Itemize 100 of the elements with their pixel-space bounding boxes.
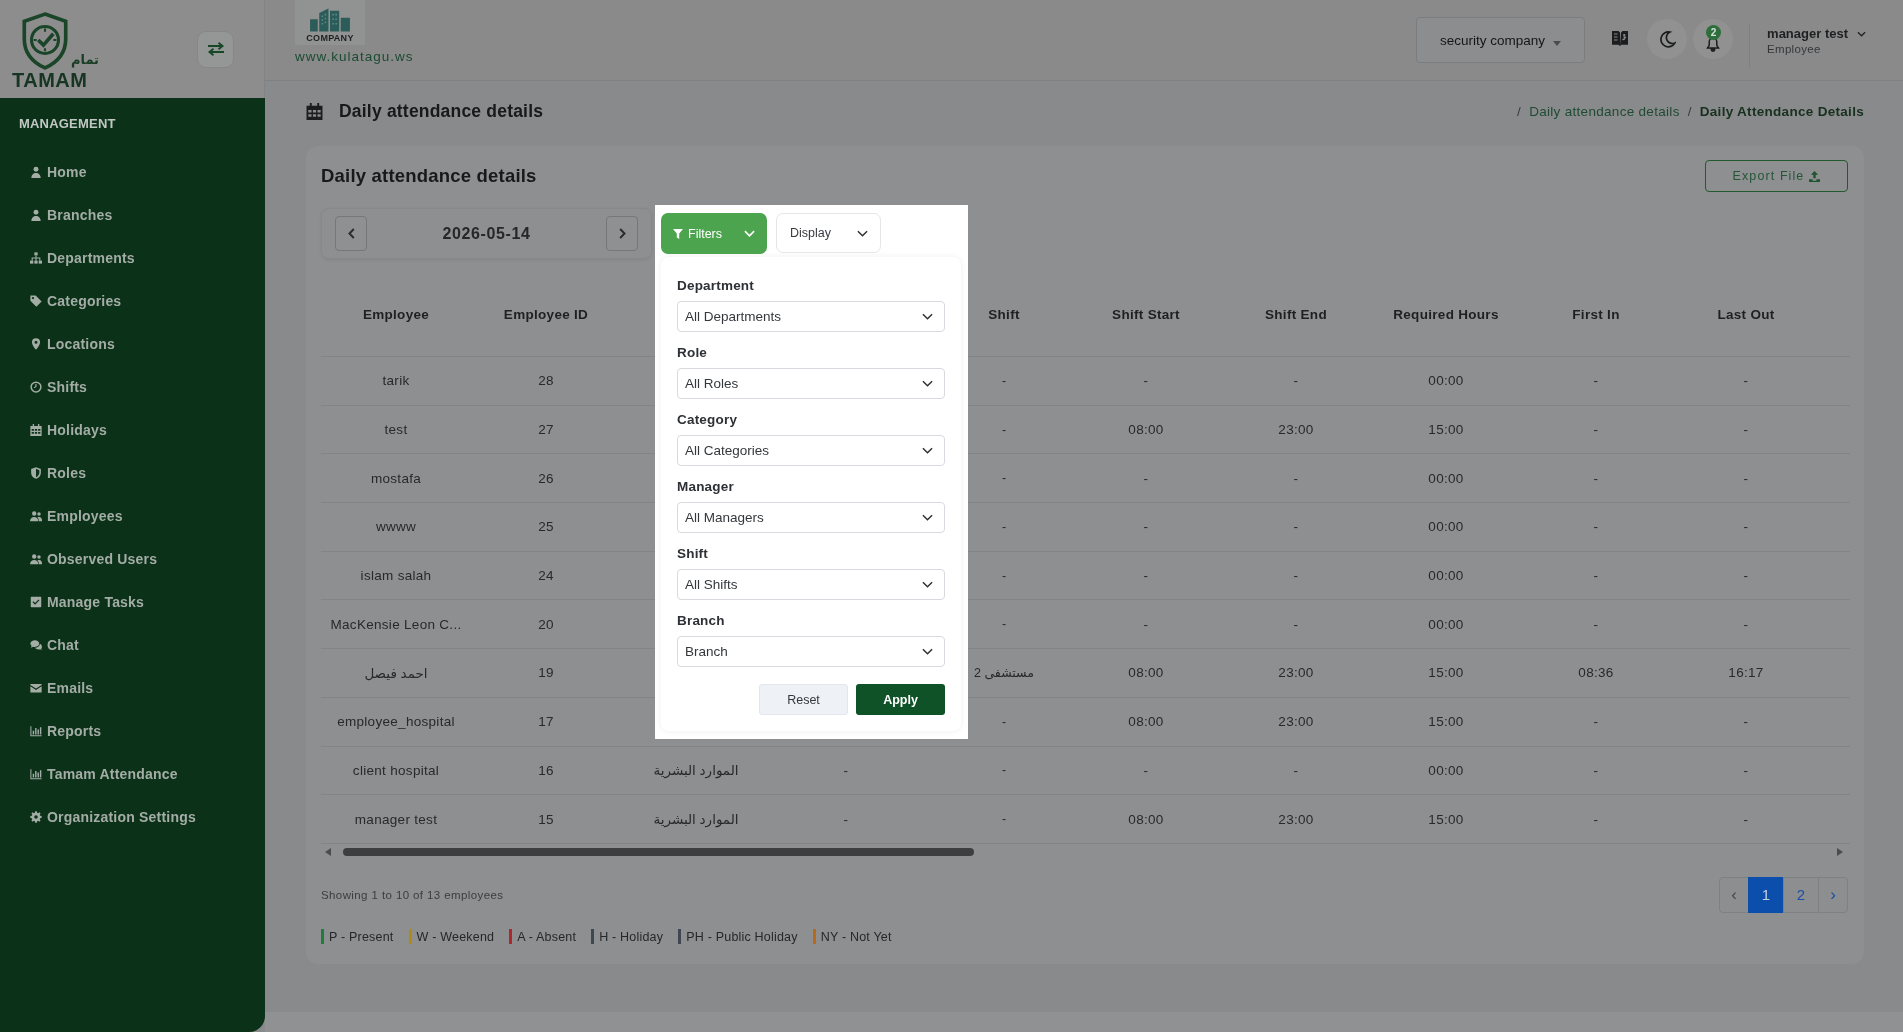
table-entry: -	[1293, 616, 1299, 632]
table-entry: test	[384, 422, 408, 438]
column-header: Last Out	[1717, 306, 1775, 322]
sidebar-item[interactable]: Tamam Attendance	[0, 752, 188, 795]
chevron-down-icon	[922, 514, 933, 521]
sidebar-item[interactable]: Observed Users	[0, 537, 168, 580]
checkbox-icon	[30, 595, 42, 608]
company-select[interactable]: security company	[1416, 17, 1586, 63]
sidebar-item[interactable]: Manage Tasks	[0, 580, 155, 623]
sidebar-item[interactable]: Shifts	[0, 365, 98, 408]
column-header: Employee ID	[503, 306, 589, 322]
table-entry: الموارد البشرية	[653, 762, 739, 779]
table-entry: -	[1001, 617, 1007, 632]
next-day-button[interactable]	[606, 216, 638, 251]
chevron-right-icon	[618, 228, 626, 239]
page-button[interactable]: 1	[1748, 876, 1784, 913]
sidebar-item[interactable]: Home	[0, 150, 97, 193]
sidebar-item[interactable]: Emails	[0, 666, 104, 709]
sidebar-item[interactable]: Chat	[0, 623, 89, 666]
select-field[interactable]: All Categories	[677, 435, 945, 466]
table-entry: 15:00	[1428, 422, 1464, 438]
table-entry: -	[1001, 373, 1007, 388]
table-entry: 23:00	[1278, 665, 1314, 681]
table-entry: -	[1593, 422, 1599, 438]
calendar-icon	[306, 102, 323, 120]
chevron-down-icon[interactable]	[1857, 30, 1866, 37]
breadcrumb-link[interactable]: Daily Attendance Details	[1699, 103, 1864, 119]
user-role: Employee	[1767, 41, 1821, 56]
swap-arrows-icon	[206, 42, 225, 56]
table-entry: -	[1743, 616, 1749, 632]
table-entry: 16:17	[1728, 665, 1764, 681]
apply-button[interactable]: Apply	[856, 684, 945, 715]
sidebar-item[interactable]: Organization Settings	[0, 795, 206, 838]
table-entry: -	[1593, 616, 1599, 632]
breadcrumb-separator: /	[1517, 103, 1522, 119]
select-field[interactable]: All Roles	[677, 368, 945, 399]
arrow-right-icon[interactable]	[1837, 847, 1843, 856]
sidebar-toggle-button[interactable]	[197, 30, 234, 68]
table-entry: -	[1001, 422, 1007, 437]
logo-text: TAMAM	[12, 70, 88, 90]
theme-button[interactable]	[1647, 19, 1688, 59]
table-entry: 25	[538, 519, 554, 535]
sidebar-item[interactable]: Holidays	[0, 408, 117, 451]
table-entry: -	[1743, 422, 1749, 438]
sidebar-item[interactable]: Roles	[0, 451, 97, 494]
language-button[interactable]	[1611, 29, 1630, 47]
display-button[interactable]: Display	[776, 213, 881, 253]
column-header: Employee	[362, 306, 430, 322]
table-entry: -	[1593, 811, 1599, 827]
table-entry: 15:00	[1428, 665, 1464, 681]
previous-day-button[interactable]	[335, 216, 367, 251]
user-name[interactable]: manager test	[1767, 25, 1848, 42]
table-entry: احمد فيصل	[364, 664, 428, 681]
column-header: Shift	[988, 306, 1020, 322]
arrow-left-icon[interactable]	[325, 847, 331, 856]
logo-arabic-text: تمام	[71, 52, 99, 68]
sidebar-item[interactable]: Employees	[0, 494, 133, 537]
filters-button[interactable]: Filters	[661, 213, 767, 254]
table-entry: 00:00	[1428, 373, 1464, 389]
sidebar-item[interactable]: Departments	[0, 236, 145, 279]
field-label: Shift	[677, 545, 708, 563]
reset-button[interactable]: Reset	[759, 684, 848, 715]
table-entry: MacKensie Leon C...	[330, 616, 462, 632]
table-entry: -	[1001, 519, 1007, 534]
field-label: Role	[677, 344, 708, 362]
field-label: Department	[677, 277, 754, 295]
chevron-down-icon	[922, 313, 933, 320]
chevron-down-icon	[922, 581, 933, 588]
website-text: www.kulatagu.ws	[295, 49, 414, 65]
table-entry: 00:00	[1428, 519, 1464, 535]
table-entry: مستشفى 2	[974, 665, 1034, 681]
table-entry: wwww	[375, 519, 417, 535]
select-field[interactable]: All Departments	[677, 301, 945, 332]
select-field[interactable]: Branch	[677, 636, 945, 667]
notifications-button[interactable]: 2	[1693, 19, 1734, 59]
table-entry: -	[1743, 470, 1749, 486]
breadcrumb-separator: /	[1687, 103, 1692, 119]
book-icon	[1611, 29, 1630, 47]
select-field[interactable]: All Managers	[677, 502, 945, 533]
sidebar-item[interactable]: Categories	[0, 279, 132, 322]
sidebar-item[interactable]: Reports	[0, 709, 112, 752]
table-entry: 24	[538, 568, 554, 584]
column-header: Shift End	[1265, 306, 1327, 322]
legend-label: NY - Not Yet	[820, 929, 892, 944]
table-entry: -	[1143, 568, 1149, 584]
table-entry: -	[1143, 470, 1149, 486]
select-field[interactable]: All Shifts	[677, 569, 945, 600]
chevron-down-icon	[744, 230, 755, 237]
chevron-down-icon	[857, 229, 868, 237]
sidebar-item[interactable]: Locations	[0, 322, 125, 365]
table-entry: 17	[538, 714, 554, 730]
upload-icon	[1809, 170, 1821, 182]
caret-icon	[1553, 41, 1562, 46]
table-entry: 00:00	[1428, 470, 1464, 486]
legend-label: A - Absent	[517, 929, 577, 944]
page-title: Daily attendance details	[339, 100, 544, 122]
table-entry: employee_hospital	[337, 714, 455, 730]
shield-icon	[30, 466, 42, 479]
sidebar-item[interactable]: Branches	[0, 193, 123, 236]
legend-label: P - Present	[329, 929, 394, 944]
